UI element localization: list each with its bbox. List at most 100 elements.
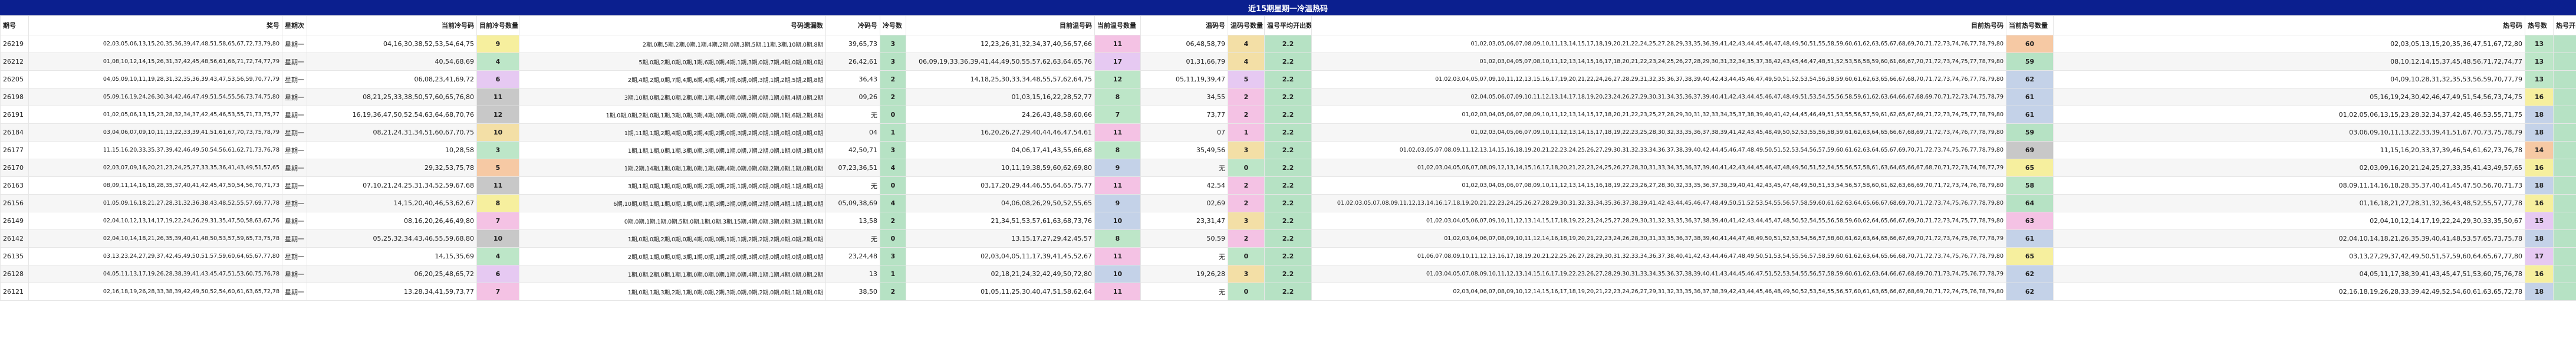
hot-avg-cell: 15.7 — [2553, 176, 2576, 195]
warm-avg-cell: 2.2 — [1264, 159, 1312, 177]
hot-code-count-cell: 16 — [2525, 265, 2554, 283]
cold-code-count-cell: 2 — [880, 212, 906, 230]
table-row[interactable]: 26149 02,04,10,12,13,14,17,19,22,24,26,29… — [0, 212, 2576, 230]
weekday-cell: 星期一 — [282, 176, 307, 195]
hot-code-cell: 01,16,18,21,27,28,31,32,36,43,48,52,55,5… — [2053, 194, 2525, 212]
cold-numbers-cell: 14,15,20,40,46,53,62,67 — [307, 194, 477, 212]
warm-code-count-cell: 0 — [1228, 247, 1265, 265]
cold-code-cell: 36,43 — [825, 70, 880, 88]
table-row[interactable]: 26177 11,15,16,20,33,35,37,39,42,46,49,50… — [0, 141, 2576, 159]
col-header-omission[interactable]: 号码遗漏数 — [519, 15, 826, 35]
col-header-hot-count[interactable]: 当前热号数量 — [2006, 15, 2054, 35]
cold-code-count-cell: 2 — [880, 283, 906, 301]
col-header-warm-code[interactable]: 温码号 — [1140, 15, 1228, 35]
omission-cell: 3期,1期,0期,1期,0期,0期,0期,2期,0期,2期,1期,0期,0期,0… — [519, 176, 826, 195]
warm-code-cell: 07 — [1140, 123, 1228, 142]
warm-count-cell: 7 — [1094, 106, 1141, 124]
hot-count-cell: 62 — [2006, 70, 2054, 88]
hot-avg-cell: 15.7 — [2553, 70, 2576, 88]
numbers-cell: 02,16,18,19,26,28,33,38,39,42,49,50,52,5… — [28, 283, 282, 301]
col-header-cold-numbers[interactable]: 当前冷号码 — [307, 15, 477, 35]
cold-code-cell: 09,26 — [825, 88, 880, 106]
hot-code-count-cell: 18 — [2525, 283, 2554, 301]
hot-code-count-cell: 13 — [2525, 70, 2554, 88]
table-row[interactable]: 26163 08,09,11,14,16,18,28,35,37,40,41,42… — [0, 176, 2576, 195]
col-header-hot-numbers[interactable]: 目前热号码 — [1311, 15, 2006, 35]
table-row[interactable]: 26142 02,04,10,14,18,21,26,35,39,40,41,48… — [0, 229, 2576, 248]
warm-avg-cell: 2.2 — [1264, 70, 1312, 88]
weekday-cell: 星期一 — [282, 265, 307, 283]
omission-cell: 1期,0期,1期,3期,2期,1期,0期,0期,2期,3期,0期,0期,2期,0… — [519, 283, 826, 301]
hot-code-count-cell: 17 — [2525, 247, 2554, 265]
table-row[interactable]: 26156 01,05,09,16,18,21,27,28,31,32,36,38… — [0, 194, 2576, 212]
weekday-cell: 星期一 — [282, 283, 307, 301]
weekday-cell: 星期一 — [282, 70, 307, 88]
numbers-cell: 01,05,09,16,18,21,27,28,31,32,36,38,43,4… — [28, 194, 282, 212]
table-row[interactable]: 26128 04,05,11,13,17,19,26,28,38,39,41,43… — [0, 265, 2576, 283]
warm-numbers-cell: 01,05,11,25,30,40,47,51,58,62,64 — [906, 283, 1095, 301]
cold-code-count-cell: 1 — [880, 265, 906, 283]
table-row[interactable]: 26205 04,05,09,10,11,19,28,31,32,35,36,39… — [0, 70, 2576, 88]
hot-numbers-cell: 01,02,03,05,07,08,09,11,12,13,14,15,16,1… — [1311, 141, 2006, 159]
col-header-hot-code[interactable]: 热号码 — [2053, 15, 2525, 35]
hot-count-cell: 62 — [2006, 265, 2054, 283]
warm-avg-cell: 2.2 — [1264, 35, 1312, 53]
warm-code-cell: 35,49,56 — [1140, 141, 1228, 159]
col-header-cold-code[interactable]: 冷码号 — [825, 15, 880, 35]
col-header-warm-count[interactable]: 当前温号数量 — [1094, 15, 1141, 35]
hot-count-cell: 63 — [2006, 212, 2054, 230]
hot-avg-cell: 15.7 — [2553, 123, 2576, 142]
cold-numbers-cell: 14,15,35,69 — [307, 247, 477, 265]
warm-numbers-cell: 04,06,17,41,43,55,66,68 — [906, 141, 1095, 159]
hot-count-cell: 65 — [2006, 247, 2054, 265]
warm-numbers-cell: 24,26,43,48,58,60,66 — [906, 106, 1095, 124]
numbers-cell: 02,03,05,06,13,15,20,35,36,39,47,48,51,5… — [28, 35, 282, 53]
hot-code-cell: 02,03,05,13,15,20,35,36,47,51,67,72,80 — [2053, 35, 2525, 53]
table-row[interactable]: 26170 02,03,07,09,16,20,21,23,24,25,27,33… — [0, 159, 2576, 177]
cold-code-cell: 无 — [825, 176, 880, 195]
col-header-weekday[interactable]: 星期次 — [282, 15, 307, 35]
weekday-cell: 星期一 — [282, 229, 307, 248]
warm-code-count-cell: 2 — [1228, 176, 1265, 195]
table-row[interactable]: 26184 03,04,06,07,09,10,11,13,22,33,39,41… — [0, 123, 2576, 142]
warm-code-cell: 无 — [1140, 247, 1228, 265]
table-row[interactable]: 26121 02,16,18,19,26,28,33,38,39,42,49,50… — [0, 283, 2576, 301]
warm-avg-cell: 2.2 — [1264, 283, 1312, 301]
cold-numbers-cell: 40,54,68,69 — [307, 52, 477, 71]
col-header-cold-count[interactable]: 目前冷号数量 — [476, 15, 519, 35]
warm-code-count-cell: 2 — [1228, 229, 1265, 248]
hot-code-count-cell: 13 — [2525, 52, 2554, 71]
table-row[interactable]: 26219 02,03,05,06,13,15,20,35,36,39,47,48… — [0, 35, 2576, 53]
issue-cell: 26177 — [0, 141, 29, 159]
col-header-warm-code-count[interactable]: 温码号数量 — [1228, 15, 1265, 35]
weekday-cell: 星期一 — [282, 106, 307, 124]
weekday-cell: 星期一 — [282, 88, 307, 106]
table-row[interactable]: 26198 05,09,16,19,24,26,30,34,42,46,47,49… — [0, 88, 2576, 106]
weekday-cell: 星期一 — [282, 212, 307, 230]
hot-code-cell: 02,04,10,12,14,17,19,22,24,29,30,33,35,5… — [2053, 212, 2525, 230]
warm-numbers-cell: 01,03,15,16,22,28,52,77 — [906, 88, 1095, 106]
numbers-cell: 01,02,05,06,13,15,23,28,32,34,37,42,45,4… — [28, 106, 282, 124]
issue-cell: 26191 — [0, 106, 29, 124]
col-header-numbers[interactable]: 奖号 — [28, 15, 282, 35]
col-header-hot-code-count[interactable]: 热号数 — [2525, 15, 2554, 35]
cold-count-cell: 4 — [476, 52, 519, 71]
cold-numbers-cell: 10,28,58 — [307, 141, 477, 159]
hot-count-cell: 69 — [2006, 141, 2054, 159]
cold-code-count-cell: 0 — [880, 229, 906, 248]
table-row[interactable]: 26135 03,13,23,24,27,29,37,42,45,49,50,51… — [0, 247, 2576, 265]
col-header-hot-avg[interactable]: 热号开出平均每期开出数 — [2553, 15, 2576, 35]
col-header-issue[interactable]: 期号 — [0, 15, 29, 35]
cold-code-count-cell: 3 — [880, 52, 906, 71]
cold-count-cell: 11 — [476, 176, 519, 195]
col-header-cold-code-count[interactable]: 冷号数 — [880, 15, 906, 35]
col-header-warm-numbers[interactable]: 目前温号码 — [906, 15, 1095, 35]
table-row[interactable]: 26212 01,08,10,12,14,15,26,31,37,42,45,48… — [0, 52, 2576, 71]
table-row[interactable]: 26191 01,02,05,06,13,15,23,28,32,34,37,42… — [0, 106, 2576, 124]
cold-code-count-cell: 0 — [880, 106, 906, 124]
col-header-warm-avg[interactable]: 温号平均开出数 — [1264, 15, 1312, 35]
warm-avg-cell: 2.2 — [1264, 229, 1312, 248]
cold-numbers-cell: 08,21,25,33,38,50,57,60,65,76,80 — [307, 88, 477, 106]
warm-code-count-cell: 0 — [1228, 159, 1265, 177]
warm-code-cell: 23,31,47 — [1140, 212, 1228, 230]
